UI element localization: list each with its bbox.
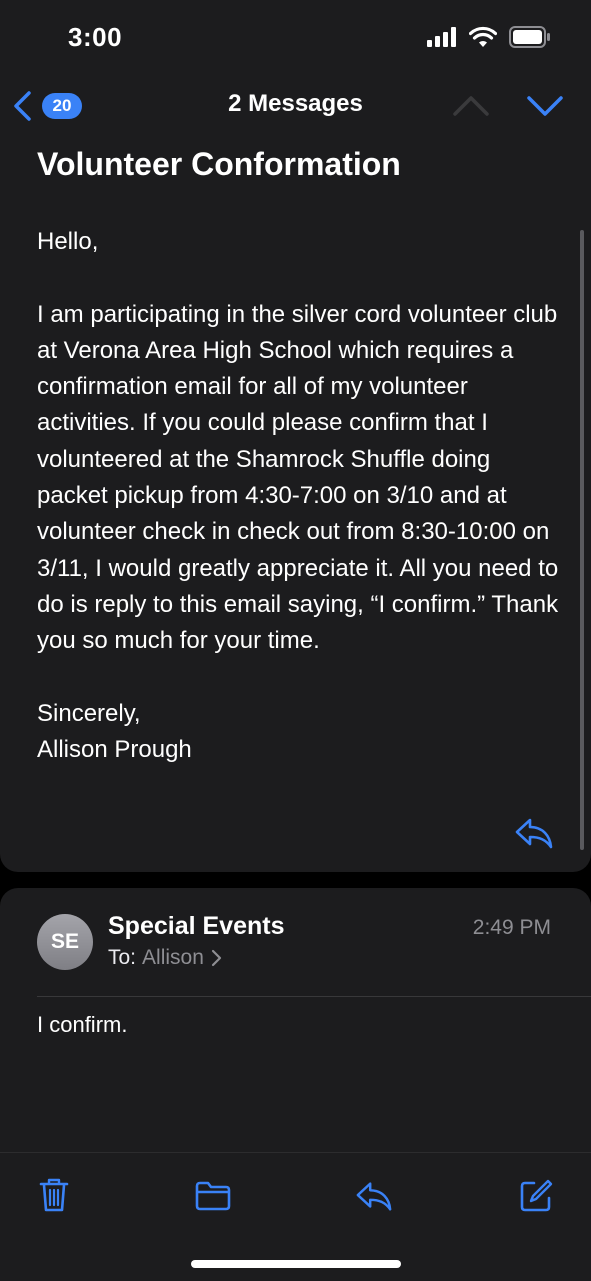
recipient-line: To: Allison [108, 946, 222, 970]
chevron-right-icon[interactable] [210, 949, 222, 967]
message-body-2: I confirm. [37, 1012, 128, 1037]
next-message-chevron-down-icon[interactable] [526, 92, 564, 120]
navigation-bar: 20 2 Messages [0, 76, 591, 141]
folder-icon[interactable] [194, 1181, 232, 1211]
wifi-icon [469, 26, 497, 47]
message-card-2: SE Special Events To: Allison 2:49 PM I … [0, 888, 591, 1158]
message-card-1: Volunteer Conformation Hello, I am parti… [0, 140, 591, 872]
cellular-signal-icon [427, 27, 456, 47]
status-icons [427, 26, 551, 48]
home-indicator[interactable] [191, 1260, 401, 1268]
recipient-name[interactable]: Allison [142, 946, 204, 970]
status-time: 3:00 [68, 22, 123, 52]
avatar: SE [37, 914, 93, 970]
trash-icon[interactable] [38, 1177, 70, 1213]
reply-icon[interactable] [355, 1179, 393, 1213]
previous-message-chevron-up-icon[interactable] [452, 92, 490, 120]
reply-arrow-icon[interactable] [514, 816, 554, 850]
message-time: 2:49 PM [472, 916, 551, 939]
message-body: Hello, I am participating in the silver … [37, 228, 559, 764]
compose-icon[interactable] [518, 1178, 554, 1214]
to-label: To: [108, 946, 137, 969]
nav-title: 2 Messages [228, 90, 363, 117]
battery-icon [509, 26, 550, 48]
status-bar: 3:00 [0, 0, 591, 76]
divider [37, 996, 591, 997]
message-subject: Volunteer Conformation [37, 146, 401, 182]
sender-name[interactable]: Special Events [108, 912, 284, 941]
scroll-indicator[interactable] [580, 230, 584, 850]
